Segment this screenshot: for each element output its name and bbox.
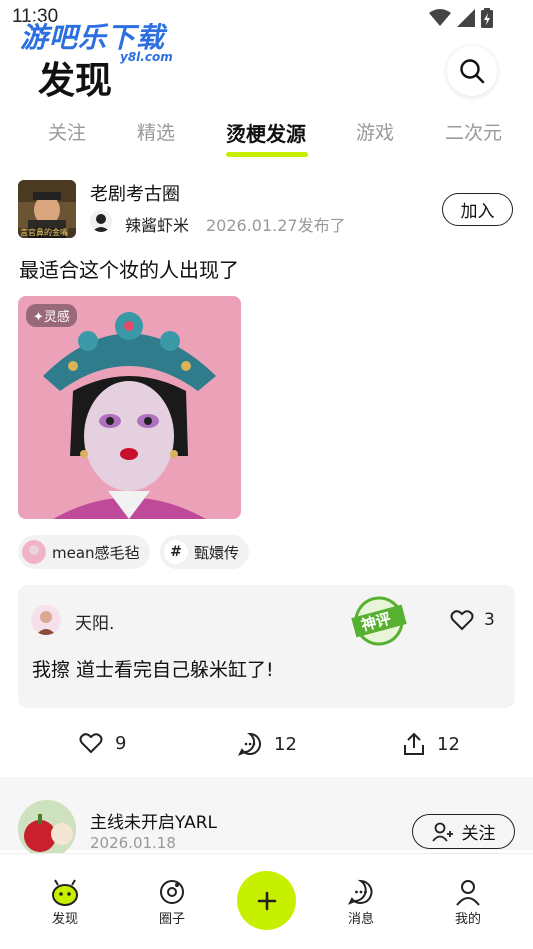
tab-trending-memes[interactable]: 烫梗发源 (226, 118, 306, 147)
comment-text: 我擦 道士看完自己躲米缸了! (32, 659, 274, 681)
message-icon (347, 879, 373, 905)
signal-icon (457, 9, 475, 27)
discover-icon (52, 879, 78, 906)
tab-following[interactable]: 关注 (48, 118, 86, 145)
add-user-icon (431, 822, 453, 842)
tag-label: mean感毛毡 (52, 543, 140, 562)
tag-label: 甄嬛传 (194, 543, 240, 562)
post-text: 最适合这个妆的人出现了 (19, 258, 239, 282)
hashtag-icon: # (164, 540, 188, 564)
tab-anime[interactable]: 二次元 (445, 118, 502, 145)
god-comment-stamp: 神评 (348, 595, 408, 647)
nav-discover[interactable]: 发现 (35, 878, 95, 927)
post-date: 2026.01.27发布了 (206, 216, 346, 235)
author-name[interactable]: 辣酱虾米 (125, 212, 189, 236)
feed: 言官鼻的金嘴 老剧考古圈 辣酱虾米 2026.01.27发布了 加入 最适合这个… (0, 160, 533, 858)
comment-like-button[interactable]: 3 (450, 609, 495, 631)
heart-icon (79, 733, 103, 754)
comment-button[interactable]: 12 (238, 732, 297, 756)
circle-cover-image[interactable]: 言官鼻的金嘴 (18, 180, 76, 238)
tag-avatar (22, 540, 46, 564)
next-post-user[interactable]: 主线未开启YARL (90, 808, 217, 833)
join-button[interactable]: 加入 (442, 193, 513, 226)
tag-mean-felt[interactable]: mean感毛毡 (18, 535, 150, 569)
nav-label: 消息 (347, 912, 374, 927)
next-post-date: 2026.01.18 (90, 834, 176, 852)
post-image[interactable]: ✦灵感 (18, 296, 241, 519)
bottom-nav: 发现 圈子 消息 我的 (0, 853, 533, 949)
nav-profile[interactable]: 我的 (438, 878, 498, 927)
author-avatar[interactable] (90, 210, 112, 232)
tab-games[interactable]: 游戏 (356, 118, 394, 145)
search-icon (460, 59, 485, 84)
follow-button[interactable]: 关注 (412, 814, 515, 849)
active-tab-indicator (226, 152, 308, 157)
cover-caption: 言官鼻的金嘴 (20, 228, 68, 237)
watermark-domain: y8l.com (120, 50, 173, 64)
share-icon (404, 732, 424, 755)
share-count: 12 (437, 733, 460, 755)
top-comment[interactable]: 天阳. 神评 3 我擦 道士看完自己躲米缸了! (18, 585, 515, 708)
tag-zhen-huan[interactable]: # 甄嬛传 (160, 535, 250, 569)
follow-label: 关注 (461, 824, 496, 844)
post-card[interactable]: 言官鼻的金嘴 老剧考古圈 辣酱虾米 2026.01.27发布了 加入 最适合这个… (0, 160, 533, 777)
share-button[interactable]: 12 (403, 732, 460, 756)
nav-circle[interactable]: 圈子 (142, 878, 202, 927)
create-post-button[interactable] (237, 871, 296, 930)
commenter-name[interactable]: 天阳. (75, 609, 114, 634)
heart-icon (450, 610, 474, 631)
nav-label: 发现 (51, 912, 78, 927)
status-icons (429, 8, 493, 28)
comment-icon (238, 732, 261, 756)
plus-icon (257, 891, 276, 910)
next-post-avatar[interactable] (18, 800, 76, 858)
inspiration-badge: ✦灵感 (26, 304, 77, 327)
page-title: 发现 (38, 59, 112, 102)
inspiration-badge-label: 灵感 (43, 310, 70, 325)
nav-label: 我的 (454, 912, 481, 927)
tab-featured[interactable]: 精选 (137, 118, 175, 145)
like-count: 9 (115, 732, 127, 754)
like-button[interactable]: 9 (79, 732, 126, 754)
battery-icon (481, 8, 493, 28)
comment-like-count: 3 (484, 610, 495, 630)
nav-messages[interactable]: 消息 (331, 878, 391, 927)
circle-name[interactable]: 老剧考古圈 (90, 180, 180, 206)
profile-icon (456, 880, 480, 906)
commenter-avatar[interactable] (31, 605, 61, 635)
circle-icon (160, 880, 184, 904)
search-button[interactable] (447, 46, 497, 96)
comment-count: 12 (274, 733, 297, 755)
nav-label: 圈子 (158, 912, 185, 927)
wifi-icon (429, 9, 451, 26)
tab-bar: 关注 精选 烫梗发源 游戏 二次元 (0, 112, 533, 157)
